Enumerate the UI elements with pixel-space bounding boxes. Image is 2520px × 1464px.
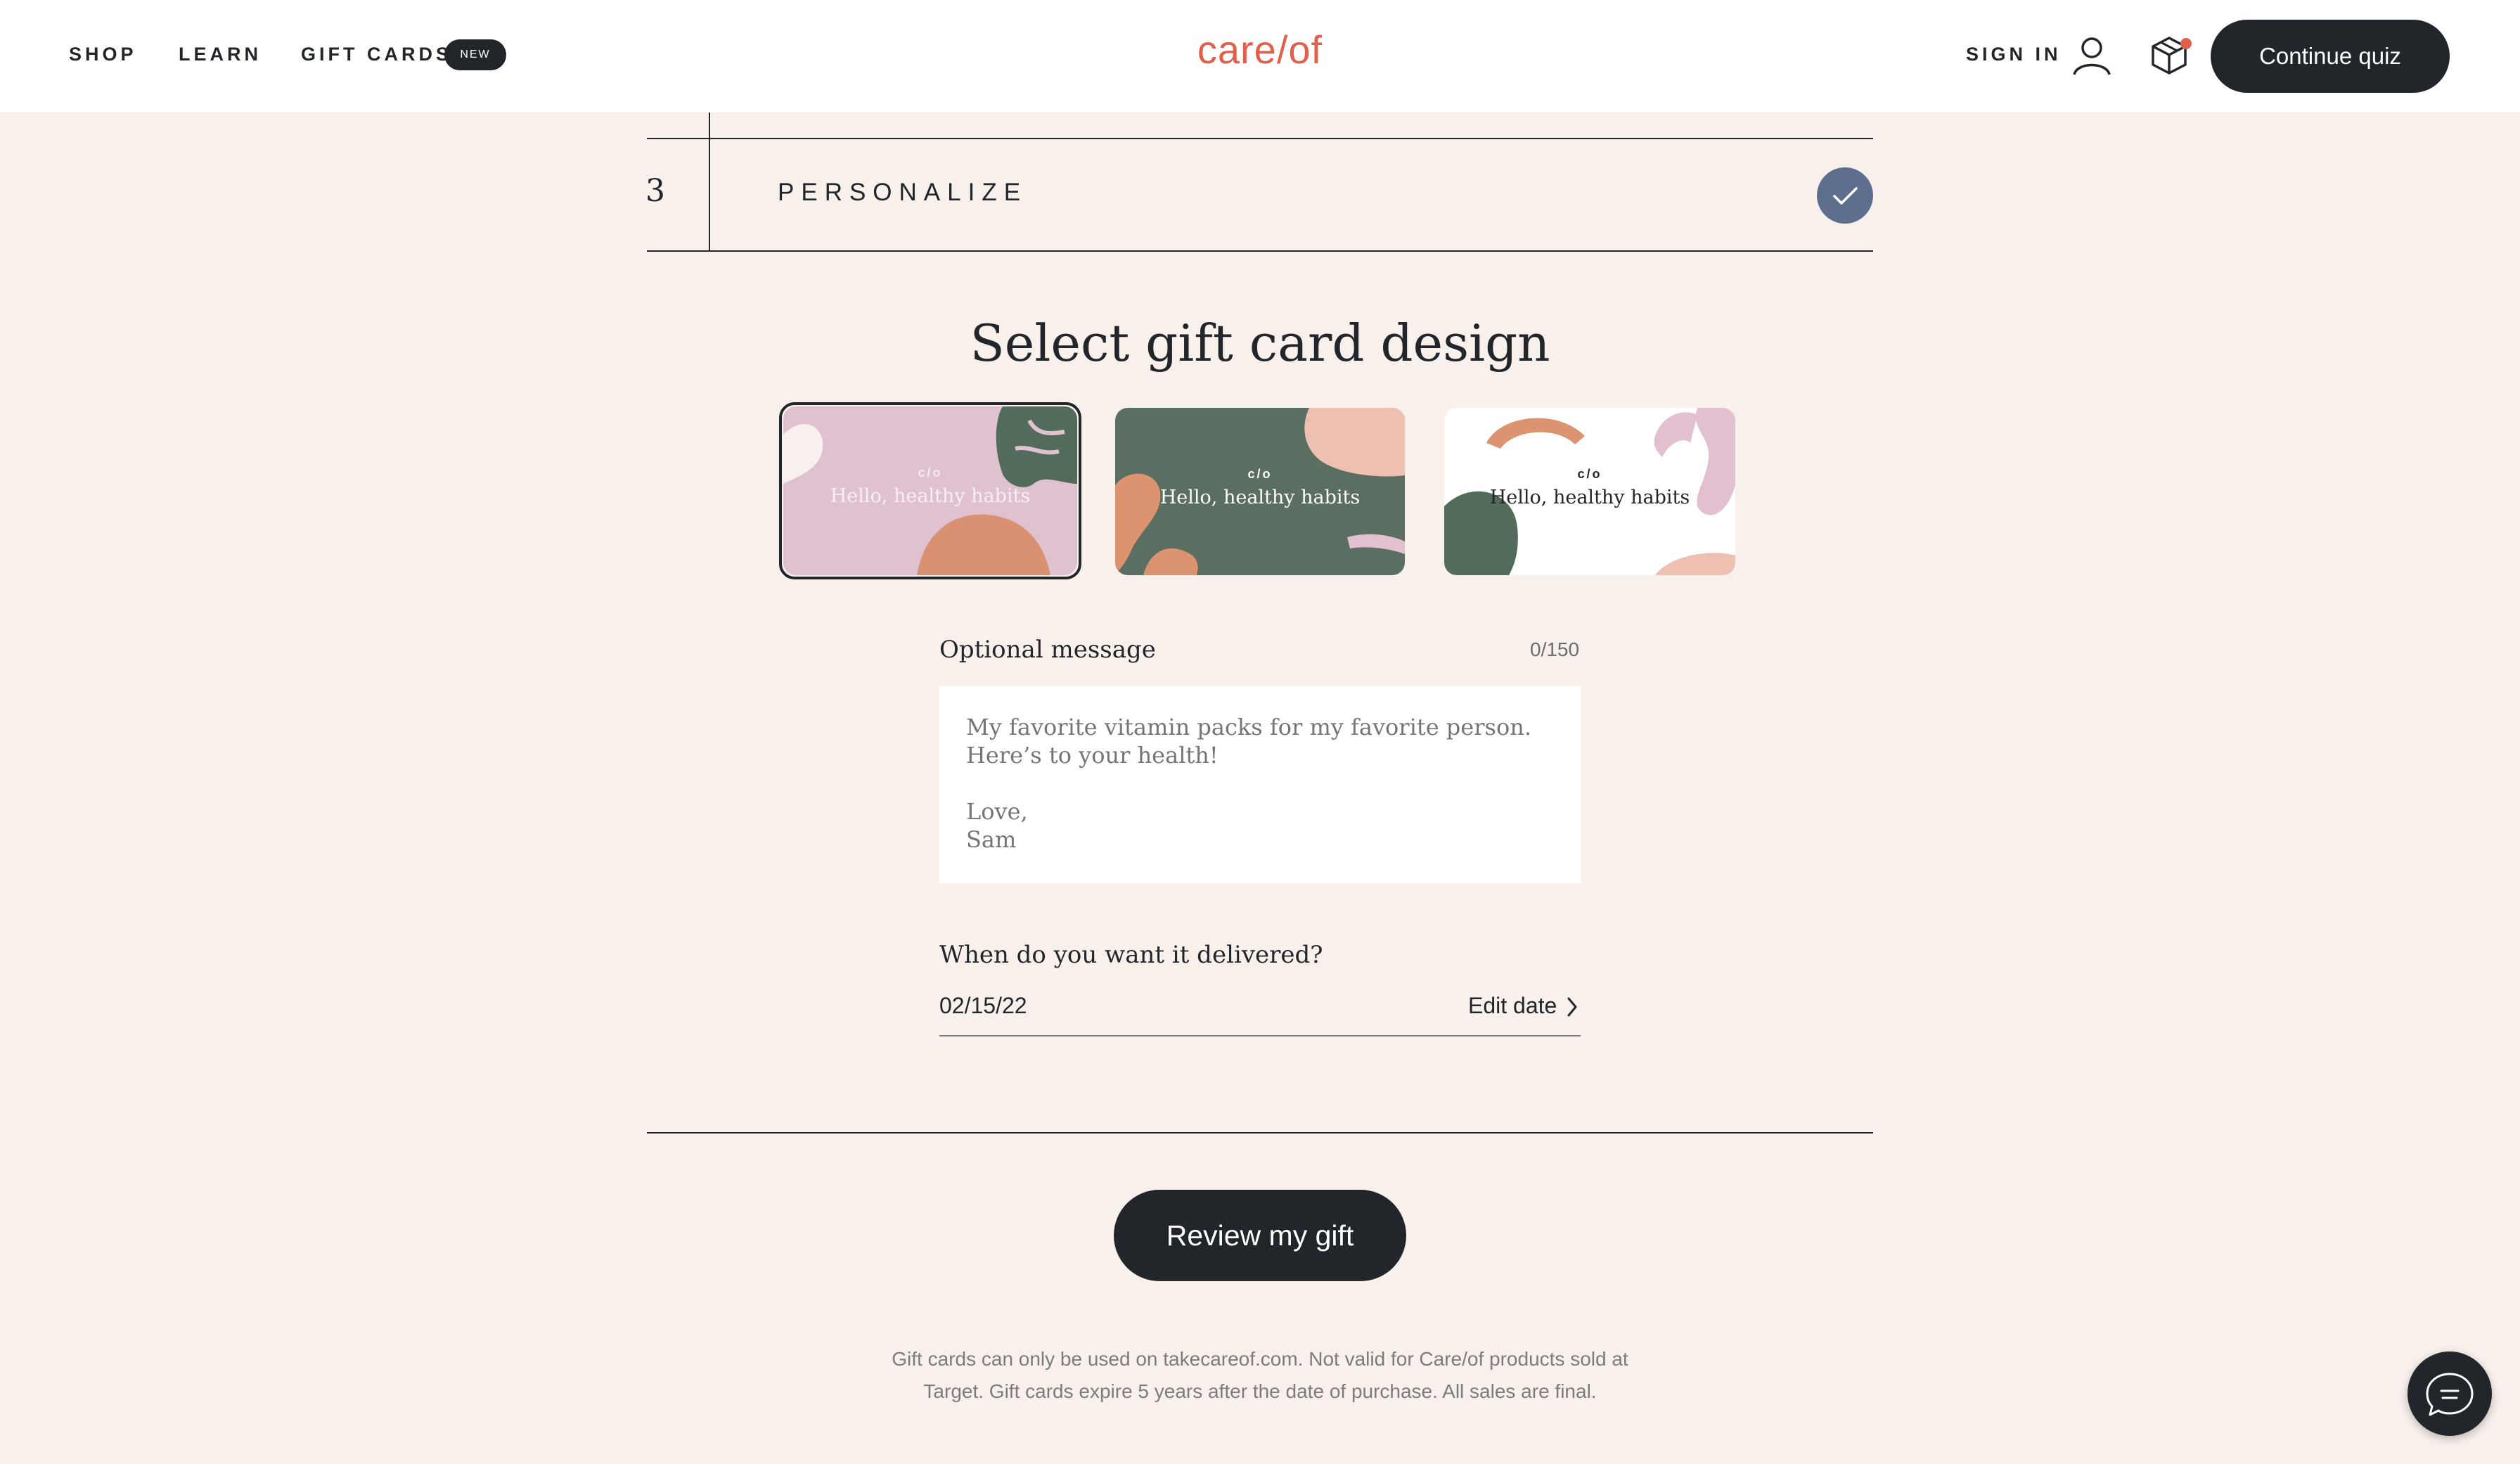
- card-greeting: Hello, healthy habits: [830, 485, 1031, 507]
- card-monogram: c/o: [1247, 467, 1273, 481]
- careof-logo[interactable]: care/of: [1181, 25, 1339, 75]
- step-complete-badge: [1817, 167, 1873, 224]
- gift-card-design-pink[interactable]: c/o Hello, healthy habits: [783, 406, 1077, 575]
- step-number: 3: [645, 173, 665, 209]
- cart-notification-dot: [2180, 38, 2192, 49]
- section-title: Select gift card design: [970, 314, 1550, 373]
- site-header: SHOP LEARN GIFT CARDS NEW care/of SIGN I…: [0, 0, 2520, 113]
- gift-card-disclaimer: Gift cards can only be used on takecareo…: [892, 1348, 1628, 1402]
- new-badge: NEW: [444, 39, 506, 70]
- nav-gift-cards[interactable]: GIFT CARDS: [301, 44, 452, 65]
- card-monogram: c/o: [918, 465, 943, 480]
- message-input[interactable]: [939, 686, 1581, 883]
- step-title[interactable]: PERSONALIZE: [778, 179, 1027, 207]
- divider: [647, 250, 1873, 252]
- delivery-label: When do you want it delivered?: [939, 941, 1323, 969]
- chevron-right-icon[interactable]: [1565, 996, 1579, 1018]
- step-divider: [709, 113, 710, 252]
- nav-shop[interactable]: SHOP: [69, 44, 137, 65]
- date-field-underline: [939, 1035, 1581, 1036]
- divider: [647, 138, 1873, 139]
- continue-quiz-button[interactable]: Continue quiz: [2211, 20, 2450, 93]
- nav-learn[interactable]: LEARN: [179, 44, 262, 65]
- gift-card-design-green[interactable]: c/o Hello, healthy habits: [1115, 408, 1405, 575]
- card-monogram: c/o: [1577, 467, 1602, 481]
- card-greeting: Hello, healthy habits: [1159, 487, 1361, 508]
- divider: [647, 1132, 1873, 1134]
- check-icon: [1833, 187, 1858, 205]
- review-gift-button[interactable]: Review my gift: [1114, 1190, 1406, 1281]
- message-counter: 0/150: [1530, 638, 1580, 660]
- edit-date-link[interactable]: Edit date: [1468, 993, 1557, 1019]
- message-label: Optional message: [939, 636, 1156, 664]
- sign-in-link[interactable]: SIGN IN: [1966, 44, 2062, 65]
- delivery-date: 02/15/22: [939, 993, 1027, 1018]
- gift-card-design-white[interactable]: c/o Hello, healthy habits: [1444, 408, 1735, 575]
- user-icon[interactable]: [2071, 35, 2112, 76]
- card-greeting: Hello, healthy habits: [1489, 487, 1690, 508]
- chat-button[interactable]: [2408, 1351, 2492, 1436]
- chat-icon: [2426, 1373, 2474, 1416]
